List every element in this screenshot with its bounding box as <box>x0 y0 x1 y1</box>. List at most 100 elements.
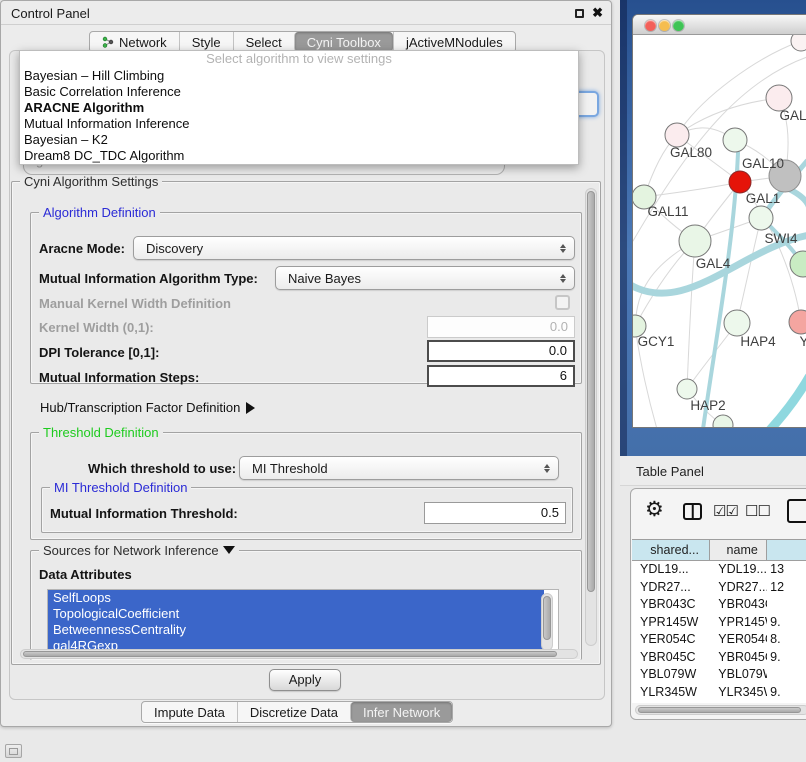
network-node[interactable] <box>665 123 689 147</box>
network-edge <box>687 241 695 389</box>
bottom-tabs: Impute DataDiscretize DataInfer Network <box>141 701 453 723</box>
aracne-mode-label: Aracne Mode: <box>39 241 125 256</box>
network-window-titlebar <box>633 15 806 35</box>
table-cell: YDL19... <box>632 561 710 579</box>
column-header-name[interactable]: name <box>710 540 767 560</box>
algorithm-option[interactable]: Bayesian – Hill Climbing <box>20 68 578 84</box>
dpi-tolerance-label: DPI Tolerance [0,1]: <box>39 345 159 360</box>
tab-infer-network[interactable]: Infer Network <box>350 702 452 722</box>
attribute-item[interactable]: TopologicalCoefficient <box>48 606 544 622</box>
zoom-traffic-icon[interactable] <box>673 20 684 31</box>
algorithm-select-dropdown[interactable]: Select algorithm to view settings Bayesi… <box>19 50 579 165</box>
float-window-icon[interactable] <box>575 9 584 18</box>
network-node[interactable] <box>679 225 711 257</box>
algorithm-definition-title: Algorithm Definition <box>39 205 160 220</box>
settings-vertical-scrollbar[interactable] <box>585 188 597 646</box>
table-row[interactable]: YDL19...YDL19...13 <box>632 561 806 579</box>
table-cell: 9. <box>767 684 806 702</box>
table-header-row: shared... name <box>632 539 806 561</box>
column-header-clipped[interactable] <box>767 540 806 560</box>
tab-select[interactable]: Select <box>233 32 294 52</box>
apply-button[interactable]: Apply <box>269 669 341 691</box>
table-row[interactable]: YDR27...YDR27...12 <box>632 579 806 597</box>
tab-cyni-toolbox[interactable]: Cyni Toolbox <box>294 32 393 52</box>
control-panel-window: Control Panel ✖ NetworkStyleSelectCyni T… <box>0 0 612 727</box>
table-cell: YBR045C <box>710 649 767 667</box>
gear-icon[interactable]: ⚙ <box>645 497 664 522</box>
network-edge <box>737 218 761 323</box>
mi-steps-field[interactable]: 6 <box>427 365 575 387</box>
table-row[interactable]: YIL052CYIL052C0. <box>632 701 806 703</box>
table-row[interactable]: YER054CYER054C8. <box>632 631 806 649</box>
algorithm-option[interactable]: Basic Correlation Inference <box>20 84 578 100</box>
dpi-tolerance-field[interactable]: 0.0 <box>427 340 575 362</box>
algorithm-option[interactable]: Bayesian – K2 <box>20 132 578 148</box>
column-header-shared-name[interactable]: shared... <box>632 540 710 560</box>
network-node[interactable] <box>749 206 773 230</box>
kernel-width-field[interactable]: 0.0 <box>427 316 575 338</box>
attributes-list-scrollbar[interactable] <box>541 593 553 651</box>
table-cell: YBR043C <box>710 596 767 614</box>
attribute-item[interactable]: SelfLoops <box>48 590 544 606</box>
tab-style[interactable]: Style <box>179 32 233 52</box>
node-label: GAL11 <box>647 204 688 219</box>
tab-impute-data[interactable]: Impute Data <box>142 702 237 722</box>
network-canvas[interactable]: GALGAL80GAL10GAL1GAL11SWI4GAL4GCY1HAP4YH… <box>633 35 806 428</box>
which-threshold-combo[interactable]: MI Threshold <box>239 456 559 480</box>
tab-network[interactable]: Network <box>90 32 179 52</box>
network-node[interactable] <box>791 35 806 51</box>
mi-type-combo[interactable]: Naive Bayes <box>275 266 575 290</box>
table-row[interactable]: YLR345WYLR345W9. <box>632 684 806 702</box>
mi-threshold-field[interactable]: 0.5 <box>424 502 566 524</box>
table-cell <box>767 596 806 614</box>
network-node[interactable] <box>677 379 697 399</box>
tab-label: Style <box>192 35 221 50</box>
table-cell: YIL052C <box>632 701 710 703</box>
select-all-checkboxes-icon[interactable]: ☑☑ <box>713 502 738 520</box>
threshold-definition-group: Threshold Definition Which threshold to … <box>30 432 582 540</box>
network-node[interactable] <box>789 310 806 334</box>
algorithm-option[interactable]: ARACNE Algorithm <box>20 100 578 116</box>
table-function-icon[interactable] <box>787 499 806 523</box>
table-cell: YIL052C <box>710 701 767 703</box>
network-node[interactable] <box>723 128 747 152</box>
combo-spinner-icon <box>544 464 550 473</box>
table-cell: 13 <box>767 561 806 579</box>
table-row[interactable]: YBL079WYBL079W <box>632 666 806 684</box>
algorithm-option[interactable]: Mutual Information Inference <box>20 116 578 132</box>
table-cell: YPR145W <box>632 614 710 632</box>
network-node[interactable] <box>729 171 751 193</box>
columns-icon[interactable] <box>683 503 702 520</box>
attribute-item[interactable]: BetweennessCentrality <box>48 622 544 638</box>
settings-horizontal-scrollbar[interactable] <box>20 649 578 659</box>
table-cell: YBR045C <box>632 649 710 667</box>
table-cell: 0. <box>767 701 806 703</box>
dock-panel-icon[interactable] <box>5 744 22 758</box>
sources-group-title[interactable]: Sources for Network Inference <box>39 543 239 558</box>
tab-discretize-data[interactable]: Discretize Data <box>237 702 350 722</box>
minimize-traffic-icon[interactable] <box>659 20 670 31</box>
table-row[interactable]: YPR145WYPR145W9. <box>632 614 806 632</box>
network-node[interactable] <box>713 415 733 428</box>
node-label: SWI4 <box>764 231 797 246</box>
close-traffic-icon[interactable] <box>645 20 656 31</box>
table-horizontal-scrollbar[interactable] <box>635 705 806 715</box>
hub-definition-label: Hub/Transcription Factor Definition <box>40 400 240 415</box>
manual-kernel-checkbox[interactable] <box>555 295 570 310</box>
deselect-all-checkboxes-icon[interactable]: ☐☐ <box>745 502 770 520</box>
table-row[interactable]: YBR043CYBR043C <box>632 596 806 614</box>
close-icon[interactable]: ✖ <box>592 5 603 21</box>
expanded-arrow-icon <box>223 546 235 554</box>
cyni-algorithm-settings-group: Cyni Algorithm Settings Algorithm Defini… <box>11 181 601 665</box>
algorithm-option[interactable]: Dream8 DC_TDC Algorithm <box>20 148 578 164</box>
table-toolbar: ⚙ ☑☑ ☐☐ <box>631 489 806 537</box>
combo-spinner-icon <box>560 244 566 253</box>
aracne-mode-combo[interactable]: Discovery <box>133 236 575 260</box>
hub-definition-toggle[interactable]: Hub/Transcription Factor Definition <box>40 400 255 415</box>
mi-type-label: Mutual Information Algorithm Type: <box>39 271 258 286</box>
network-node[interactable] <box>790 251 806 277</box>
network-node[interactable] <box>724 310 750 336</box>
table-panel-header: Table Panel <box>620 456 806 486</box>
tab-jactivemnodules[interactable]: jActiveMNodules <box>393 32 515 52</box>
table-row[interactable]: YBR045CYBR045C9. <box>632 649 806 667</box>
